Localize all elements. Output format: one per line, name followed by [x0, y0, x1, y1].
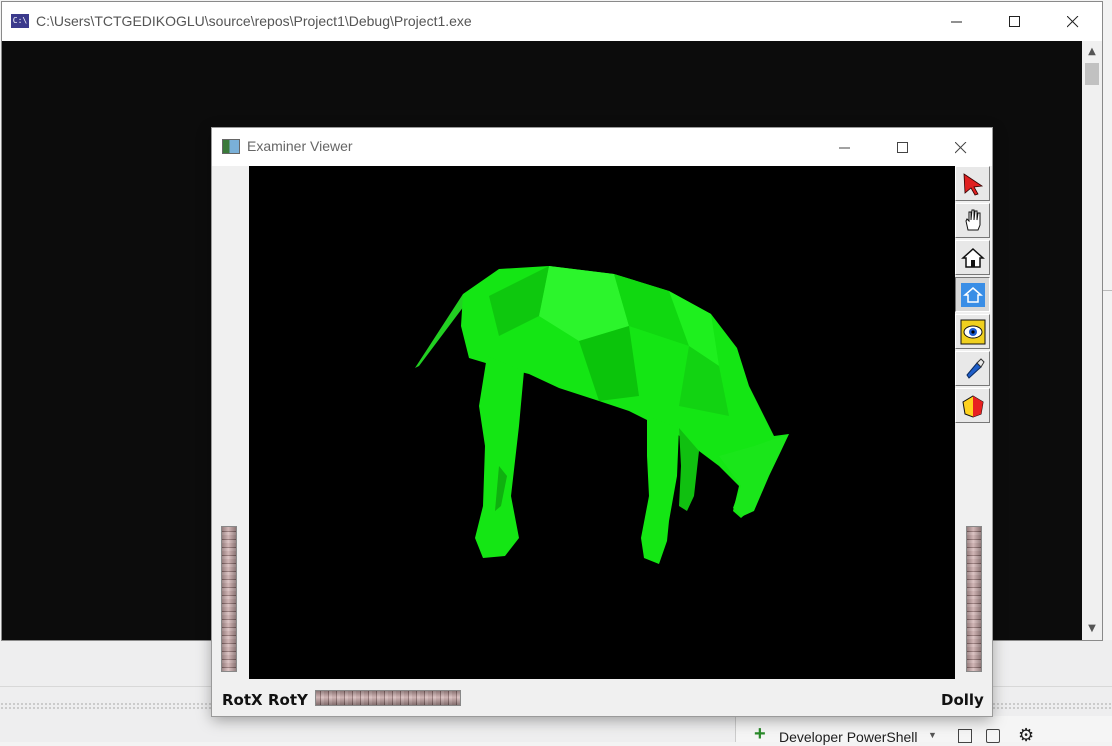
console-scrollbar[interactable]: ▲ ▼ — [1082, 41, 1102, 640]
clipboard-icon[interactable] — [986, 729, 1000, 743]
minimize-icon — [839, 147, 850, 148]
view-all-button[interactable] — [955, 314, 990, 349]
pick-mode-button[interactable] — [955, 166, 990, 201]
home-button[interactable] — [955, 240, 990, 275]
minimize-button[interactable] — [816, 128, 874, 167]
scroll-down-icon[interactable]: ▼ — [1082, 620, 1102, 638]
console-title: C:\Users\TCTGEDIKOGLU\source\repos\Proje… — [36, 13, 472, 29]
seek-icon — [965, 357, 985, 379]
rotx-label: RotX — [222, 691, 263, 709]
horse-model — [415, 266, 789, 564]
examiner-viewer-window: Examiner Viewer RotX RotY Dolly — [212, 128, 992, 716]
render-viewport[interactable] — [249, 166, 955, 679]
ide-divider — [1102, 290, 1112, 291]
dolly-label: Dolly — [941, 691, 984, 709]
examiner-title: Examiner Viewer — [247, 138, 353, 154]
close-icon — [1067, 15, 1079, 27]
gear-icon[interactable]: ⚙ — [1018, 725, 1034, 746]
console-title-bar[interactable]: C:\ C:\Users\TCTGEDIKOGLU\source\repos\P… — [2, 2, 1102, 41]
viewer-app-icon — [222, 139, 240, 154]
split-terminal-icon[interactable] — [958, 729, 972, 743]
scroll-up-icon[interactable]: ▲ — [1082, 43, 1102, 61]
rotx-thumbwheel[interactable] — [221, 526, 237, 672]
set-home-icon — [960, 282, 985, 307]
maximize-icon — [1009, 15, 1020, 27]
roty-label: RotY — [268, 691, 308, 709]
close-button[interactable] — [932, 128, 990, 167]
projection-icon — [961, 394, 984, 418]
view-mode-button[interactable] — [955, 203, 990, 238]
console-app-icon: C:\ — [11, 14, 29, 28]
projection-button[interactable] — [955, 388, 990, 423]
chevron-down-icon[interactable]: ▼ — [928, 730, 937, 740]
add-terminal-icon[interactable]: + — [754, 724, 766, 744]
home-icon — [960, 247, 985, 268]
examiner-title-bar[interactable]: Examiner Viewer — [212, 128, 992, 166]
close-button[interactable] — [1044, 2, 1102, 41]
roty-thumbwheel[interactable] — [315, 690, 461, 706]
close-icon — [955, 141, 967, 153]
view-all-icon — [960, 319, 985, 344]
scroll-thumb[interactable] — [1085, 63, 1099, 85]
set-home-button[interactable] — [955, 277, 990, 312]
developer-powershell-button[interactable]: Developer PowerShell — [779, 729, 918, 745]
maximize-icon — [897, 141, 908, 153]
ide-terminal-toolbar: + Developer PowerShell ▼ ⚙ — [735, 716, 1112, 745]
minimize-icon — [951, 21, 962, 22]
dolly-thumbwheel[interactable] — [966, 526, 982, 672]
pick-arrow-icon — [963, 172, 983, 195]
maximize-button[interactable] — [986, 2, 1044, 41]
view-hand-icon — [964, 209, 980, 230]
maximize-button[interactable] — [874, 128, 932, 167]
seek-button[interactable] — [955, 351, 990, 386]
minimize-button[interactable] — [928, 2, 986, 41]
